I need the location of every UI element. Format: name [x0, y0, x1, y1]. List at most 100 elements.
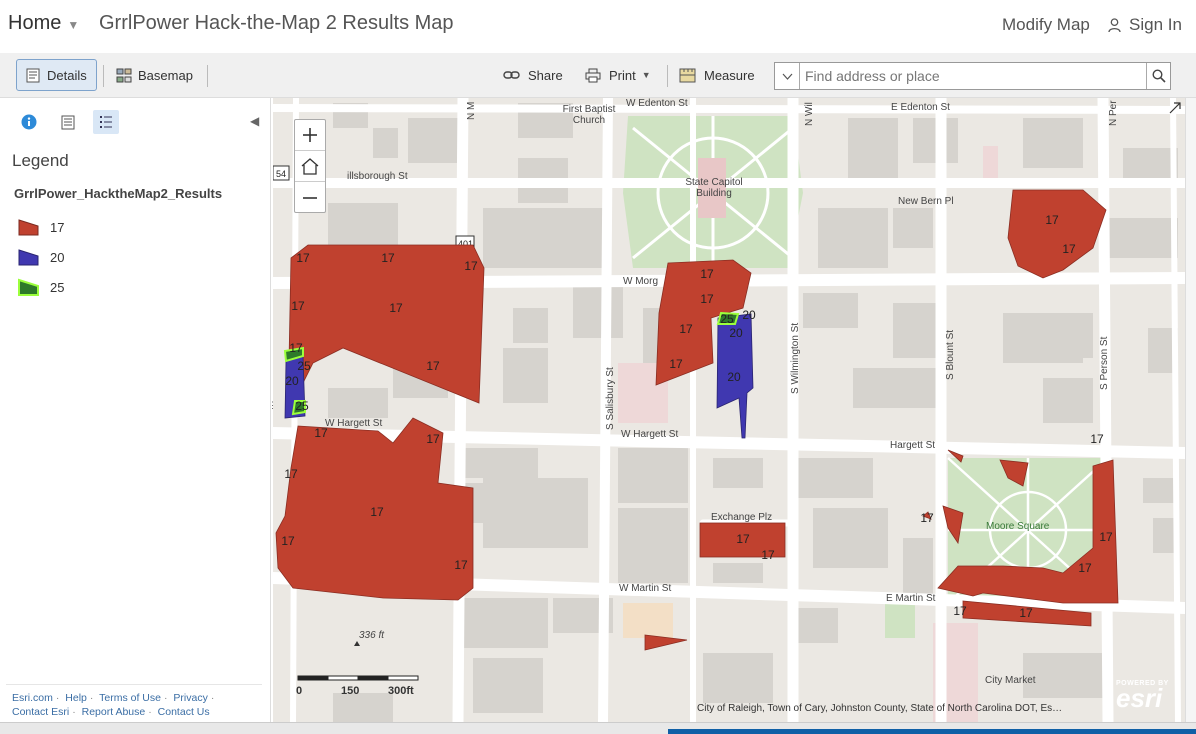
footer-link-esri[interactable]: Esri.com	[12, 692, 53, 704]
user-icon	[1108, 17, 1121, 32]
esri-logo[interactable]: POWERED BY esri	[1116, 680, 1169, 711]
footer-link-contact-esri[interactable]: Contact Esri	[12, 706, 69, 718]
share-button[interactable]: Share	[503, 59, 563, 91]
street-label: Hargett St	[890, 440, 936, 451]
street-label: W Hargett St	[621, 429, 679, 440]
details-label: Details	[47, 67, 87, 83]
feature-label: 17	[284, 467, 298, 481]
scale-label: 300ft	[388, 685, 414, 697]
street-label: S Blount St	[945, 329, 956, 380]
tab-content[interactable]	[55, 110, 81, 134]
feature-label: 17	[1019, 606, 1033, 620]
feature-label: 17	[454, 558, 468, 572]
toolbar-divider	[667, 65, 668, 87]
toolbar-divider	[207, 65, 208, 87]
street-label: W Martin St	[619, 583, 672, 594]
footer-link-privacy[interactable]: Privacy	[173, 692, 207, 704]
feature-label: 17	[700, 267, 714, 281]
zoom-in-button[interactable]	[295, 120, 325, 151]
street-label: S Salisbury St	[605, 367, 616, 430]
legend-item: 20	[18, 247, 64, 267]
printer-icon	[585, 68, 601, 82]
search-source-dropdown[interactable]	[775, 63, 800, 89]
app-header: Home ▼ GrrlPower Hack-the-Map 2 Results …	[0, 0, 1196, 50]
page-title: GrrlPower Hack-the-Map 2 Results Map	[99, 12, 454, 34]
zoom-controls	[294, 119, 326, 213]
basemap-grid-icon	[116, 68, 132, 82]
tab-about[interactable]	[16, 110, 42, 134]
feature-label: 17	[426, 432, 440, 446]
taskbar-accent	[668, 729, 1196, 734]
basemap-button[interactable]: Basemap	[116, 59, 193, 91]
link-icon	[503, 71, 520, 79]
legend-swatch-17	[18, 219, 39, 236]
panel-footer: Esri.com · Help · Terms of Use · Privacy · C…	[12, 692, 215, 718]
place-label: State Capitol Building	[685, 177, 743, 199]
feature-label: 20	[285, 374, 299, 388]
legend-icon	[100, 116, 112, 128]
minus-icon	[303, 196, 317, 199]
search-input[interactable]	[801, 63, 1147, 89]
expand-icon[interactable]	[1169, 102, 1181, 117]
ruler-icon	[679, 68, 696, 82]
tab-legend[interactable]	[93, 110, 119, 134]
sign-in-link[interactable]: Sign In	[1108, 15, 1182, 35]
feature-label: 17	[389, 301, 403, 315]
feature-label: 20	[729, 326, 743, 340]
feature-label: 25	[297, 359, 311, 373]
zoom-out-button[interactable]	[295, 182, 325, 213]
legend-swatch-20	[18, 249, 39, 266]
toolbar: Details Basemap Share Print ▼ Measure Fi…	[0, 53, 1196, 98]
place-label: Moore Square	[986, 521, 1050, 532]
legend-item: 25	[18, 277, 64, 297]
feature-label: 17	[314, 426, 328, 440]
feature-label: 17	[291, 299, 305, 313]
feature-label: 20	[742, 308, 756, 322]
feature-label: 17	[381, 251, 395, 265]
scale-bar	[297, 675, 419, 681]
street-label: N M	[466, 101, 477, 120]
feature-label: 17	[736, 532, 750, 546]
details-button[interactable]: Details	[16, 59, 97, 91]
collapse-panel-icon[interactable]: ◀	[250, 114, 259, 128]
street-label: W Hargett St	[325, 418, 383, 429]
feature-label: 17	[1099, 530, 1113, 544]
scrollbar[interactable]	[1185, 98, 1196, 722]
default-extent-button[interactable]	[295, 151, 325, 182]
street-label: N Wil	[804, 102, 815, 126]
basemap-label: Basemap	[138, 67, 193, 83]
search-button[interactable]	[1146, 63, 1170, 89]
feature-label: 17	[761, 548, 775, 562]
footer-link-contact-us[interactable]: Contact Us	[158, 706, 210, 718]
footer-link-report-abuse[interactable]: Report Abuse	[82, 706, 146, 718]
elevation-label: 336 ft	[359, 630, 385, 641]
footer-link-terms[interactable]: Terms of Use	[99, 692, 161, 704]
print-button[interactable]: Print ▼	[585, 59, 651, 91]
map-view[interactable]: 401 54 W Edenton St E Edenton St illsbor…	[273, 98, 1185, 722]
details-panel: ◀ Legend GrrlPower_HacktheMap2_Results 1…	[0, 98, 271, 722]
chevron-down-icon: ▼	[67, 17, 80, 32]
street-label: illsborough St	[347, 171, 408, 182]
share-label: Share	[528, 67, 563, 83]
toolbar-divider	[103, 65, 104, 87]
feature-label: 17	[289, 341, 303, 355]
home-label: Home	[8, 12, 62, 34]
feature-label: 17	[1078, 561, 1092, 575]
place-label: City Market	[985, 675, 1036, 686]
footer-link-help[interactable]: Help	[65, 692, 87, 704]
map-attribution[interactable]: City of Raleigh, Town of Cary, Johnston …	[697, 703, 1062, 714]
legend-label: 20	[50, 249, 65, 265]
legend-label: 25	[50, 279, 65, 295]
us54-label: 54	[276, 169, 286, 179]
modify-map-link[interactable]: Modify Map	[1002, 15, 1090, 35]
feature-label: 17	[370, 505, 384, 519]
plus-icon	[303, 128, 317, 142]
home-menu[interactable]: Home ▼	[8, 12, 79, 35]
search-icon	[1151, 69, 1166, 83]
feature-label: 17	[1090, 432, 1104, 446]
legend-label: 17	[50, 219, 65, 235]
feature-label: 17	[669, 357, 683, 371]
sign-in-label: Sign In	[1129, 15, 1182, 34]
measure-button[interactable]: Measure	[679, 59, 755, 91]
info-icon	[21, 114, 37, 130]
